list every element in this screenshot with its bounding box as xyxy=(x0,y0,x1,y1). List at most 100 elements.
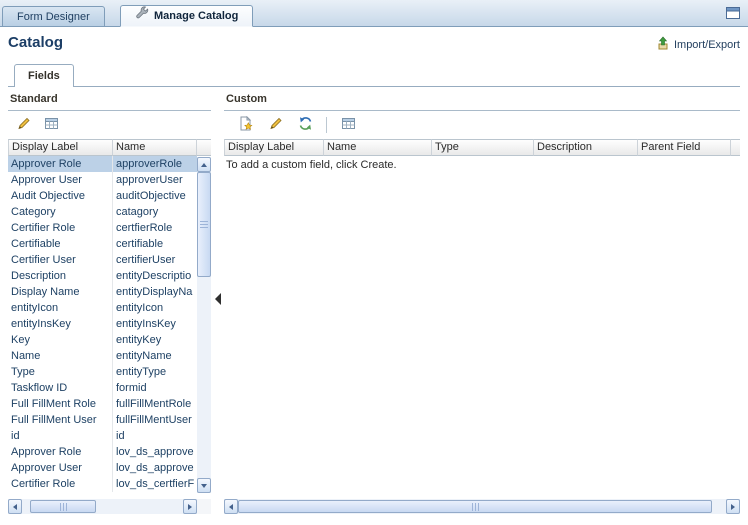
left-arrow-icon xyxy=(229,503,233,510)
horizontal-scroll-track[interactable] xyxy=(238,499,726,514)
vertical-scrollbar[interactable] xyxy=(197,157,211,493)
thumb-grip xyxy=(59,502,67,511)
collapse-icon[interactable] xyxy=(215,293,221,305)
cell-display-label: Taskflow ID xyxy=(8,380,113,396)
horizontal-scrollbar[interactable] xyxy=(224,499,740,514)
standard-table-header: Display Label Name xyxy=(8,139,211,156)
tab-label: Manage Catalog xyxy=(154,10,239,22)
table-row[interactable]: entityInsKey entityInsKey xyxy=(8,316,197,332)
cell-name: fullFillMentUser xyxy=(116,414,192,426)
cell-name: entityType xyxy=(116,366,167,378)
custom-table-header: Display Label Name Type Description Pare… xyxy=(224,139,740,156)
window-tab-bar: Form Designer Manage Catalog xyxy=(0,0,748,27)
cell-display-label: Approver Role xyxy=(8,156,113,172)
cell-display-label: Certifiable xyxy=(8,236,113,252)
panel-splitter[interactable] xyxy=(213,90,222,517)
standard-table: Display Label Name Approver Role approver… xyxy=(8,139,211,492)
table-row[interactable]: Category catagory xyxy=(8,204,197,220)
table-row[interactable]: id id xyxy=(8,428,197,444)
edit-button[interactable] xyxy=(12,115,34,136)
cell-display-label: Type xyxy=(8,364,113,380)
wrench-icon xyxy=(135,5,149,27)
column-header-name: Name xyxy=(324,139,432,156)
column-header-description: Description xyxy=(534,139,638,156)
table-row[interactable]: Approver Role approverRole xyxy=(8,156,197,172)
horizontal-scrollbar[interactable] xyxy=(8,499,197,514)
table-row[interactable]: Certifier Role certfierRole xyxy=(8,220,197,236)
create-button[interactable] xyxy=(234,115,256,136)
create-icon xyxy=(238,115,253,134)
page-header: Catalog Import/Export xyxy=(0,28,748,60)
tab-manage-catalog[interactable]: Manage Catalog xyxy=(120,5,254,27)
table-row[interactable]: Certifiable certifiable xyxy=(8,236,197,252)
cell-name: entityName xyxy=(116,350,172,362)
thumb-grip xyxy=(200,221,208,228)
right-arrow-icon xyxy=(188,503,192,510)
table-row[interactable]: Name entityName xyxy=(8,348,197,364)
table-row[interactable]: Full FillMent User fullFillMentUser xyxy=(8,412,197,428)
cell-display-label: Certifier Role xyxy=(8,476,113,492)
tab-label: Fields xyxy=(28,70,60,82)
standard-toolbar xyxy=(8,111,211,139)
edit-button[interactable] xyxy=(264,115,286,136)
custom-panel: Custom Display Label Name Type Descripti… xyxy=(224,90,740,517)
detach-icon xyxy=(341,117,356,133)
standard-panel-title: Standard xyxy=(8,90,211,111)
scroll-right-button[interactable] xyxy=(183,499,197,514)
cell-display-label: entityInsKey xyxy=(8,316,113,332)
scroll-up-button[interactable] xyxy=(197,157,211,172)
horizontal-scroll-thumb[interactable] xyxy=(238,500,712,513)
detach-button[interactable] xyxy=(337,115,359,136)
table-row[interactable]: Certifier Role lov_ds_certfierF xyxy=(8,476,197,492)
table-row[interactable]: Approver Role lov_ds_approve xyxy=(8,444,197,460)
table-row[interactable]: Taskflow ID formid xyxy=(8,380,197,396)
column-header-display-label: Display Label xyxy=(8,139,113,156)
import-export-label: Import/Export xyxy=(673,38,740,51)
table-row[interactable]: Audit Objective auditObjective xyxy=(8,188,197,204)
table-row[interactable]: Approver User lov_ds_approve xyxy=(8,460,197,476)
table-row[interactable]: Key entityKey xyxy=(8,332,197,348)
cell-name: lov_ds_approve xyxy=(116,446,194,458)
table-row[interactable]: entityIcon entityIcon xyxy=(8,300,197,316)
import-export-link[interactable]: Import/Export xyxy=(656,36,740,53)
cell-display-label: Certifier User xyxy=(8,252,113,268)
table-row[interactable]: Type entityType xyxy=(8,364,197,380)
horizontal-scroll-track[interactable] xyxy=(22,499,183,514)
scroll-left-button[interactable] xyxy=(224,499,238,514)
detach-button[interactable] xyxy=(40,115,62,136)
empty-table-message: To add a custom field, click Create. xyxy=(226,159,397,171)
tab-fields[interactable]: Fields xyxy=(14,64,74,87)
cell-name: fullFillMentRole xyxy=(116,398,192,410)
detach-icon xyxy=(44,117,59,133)
custom-panel-title: Custom xyxy=(224,90,740,111)
cell-display-label: entityIcon xyxy=(8,300,113,316)
table-row[interactable]: Full FillMent Role fullFillMentRole xyxy=(8,396,197,412)
cell-name: id xyxy=(116,430,125,442)
cell-name: approverUser xyxy=(116,174,183,186)
tab-form-designer[interactable]: Form Designer xyxy=(2,6,105,27)
toolbar-separator xyxy=(326,117,327,133)
scroll-left-button[interactable] xyxy=(8,499,22,514)
table-row[interactable]: Description entityDescriptio xyxy=(8,268,197,284)
cell-display-label: Approver User xyxy=(8,172,113,188)
vertical-scroll-track[interactable] xyxy=(197,172,211,478)
right-arrow-icon xyxy=(731,503,735,510)
window-icon[interactable] xyxy=(724,5,742,21)
vertical-scroll-thumb[interactable] xyxy=(197,172,211,277)
down-arrow-icon xyxy=(201,483,207,488)
table-row[interactable]: Display Name entityDisplayNa xyxy=(8,284,197,300)
tab-label: Form Designer xyxy=(17,10,90,23)
table-row[interactable]: Certifier User certifierUser xyxy=(8,252,197,268)
cell-name: certifierUser xyxy=(116,254,176,266)
horizontal-scroll-thumb[interactable] xyxy=(30,500,96,513)
cell-name: catagory xyxy=(116,206,159,218)
table-row[interactable]: Approver User approverUser xyxy=(8,172,197,188)
refresh-button[interactable] xyxy=(294,115,316,136)
cell-name: approverRole xyxy=(116,158,183,170)
scroll-down-button[interactable] xyxy=(197,478,211,493)
cell-display-label: Full FillMent User xyxy=(8,412,113,428)
scroll-right-button[interactable] xyxy=(726,499,740,514)
scrollbar-corner xyxy=(197,499,211,514)
refresh-icon xyxy=(298,116,313,134)
custom-toolbar xyxy=(224,111,740,139)
